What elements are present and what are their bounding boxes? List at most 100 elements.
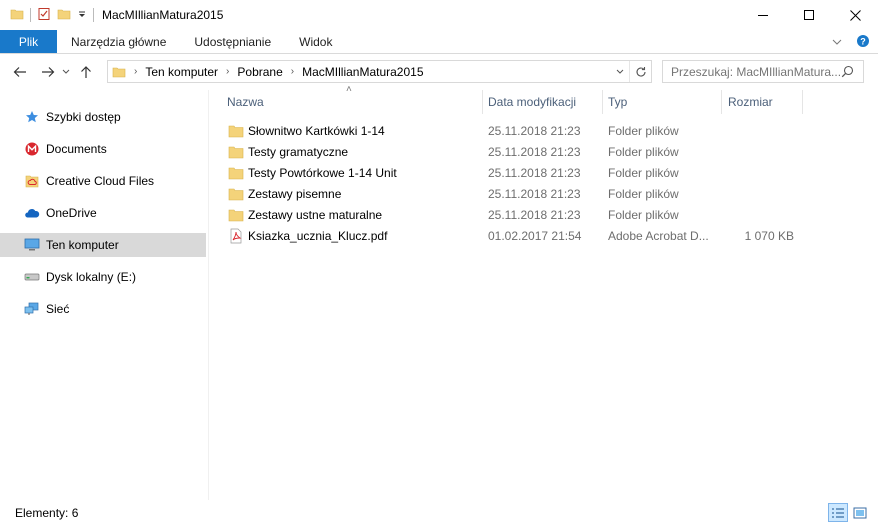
ribbon-tabs: Plik Narzędzia główne Udostępnianie Wido… <box>0 30 878 54</box>
chevron-right-icon[interactable]: › <box>291 66 294 77</box>
expand-ribbon-icon[interactable] <box>832 35 842 49</box>
search-box[interactable] <box>662 60 864 83</box>
drive-icon <box>24 269 40 285</box>
nav-item-label: Szybki dostęp <box>46 110 121 124</box>
file-date: 01.02.2017 21:54 <box>488 228 582 243</box>
nav-item-label: Documents <box>46 142 107 156</box>
window-title: MacMIllianMatura2015 <box>102 8 224 22</box>
customize-dropdown-icon[interactable] <box>77 8 87 22</box>
file-name: Ksiazka_ucznia_Klucz.pdf <box>248 228 388 243</box>
tab-view[interactable]: Widok <box>285 30 346 53</box>
file-row[interactable]: Testy gramatyczne 25.11.2018 21:23 Folde… <box>209 141 878 162</box>
file-size <box>721 120 794 141</box>
folder-icon[interactable] <box>10 7 24 24</box>
up-button[interactable] <box>75 61 97 83</box>
nav-item-label: OneDrive <box>46 206 97 220</box>
back-button[interactable] <box>9 61 31 83</box>
forward-button[interactable] <box>37 61 59 83</box>
minimize-button[interactable] <box>740 0 786 30</box>
folder-icon <box>228 123 244 139</box>
nav-item-documents[interactable]: Documents <box>0 137 206 161</box>
file-size <box>721 162 794 183</box>
file-type: Folder plików <box>608 144 679 159</box>
ribbon-right-controls: ? <box>832 30 870 54</box>
file-size <box>721 204 794 225</box>
separator <box>30 8 31 22</box>
folder-icon <box>228 207 244 223</box>
refresh-icon[interactable] <box>629 61 651 82</box>
nav-item-creative-cloud[interactable]: Creative Cloud Files <box>0 169 206 193</box>
address-bar[interactable]: › Ten komputer › Pobrane › MacMIllianMat… <box>107 60 652 83</box>
status-bar: Elementy: 6 <box>0 500 878 526</box>
chevron-right-icon[interactable]: › <box>226 66 229 77</box>
breadcrumb-current-folder[interactable]: MacMIllianMatura2015 <box>302 65 423 79</box>
column-divider[interactable] <box>802 90 803 114</box>
item-count: Elementy: 6 <box>15 506 79 520</box>
file-list: ˄ Nazwa Data modyfikacji Typ Rozmiar Sło… <box>209 84 878 500</box>
nav-item-quick-access[interactable]: Szybki dostęp <box>0 105 206 129</box>
nav-item-onedrive[interactable]: OneDrive <box>0 201 206 225</box>
file-date: 25.11.2018 21:23 <box>488 165 581 180</box>
tab-file[interactable]: Plik <box>0 30 57 53</box>
nav-item-network[interactable]: Sieć <box>0 297 206 321</box>
new-folder-icon[interactable] <box>57 7 71 24</box>
column-header-date[interactable]: Data modyfikacji <box>488 90 600 114</box>
title-bar: MacMIllianMatura2015 <box>0 0 878 30</box>
computer-icon <box>24 237 40 253</box>
file-row[interactable]: Zestawy ustne maturalne 25.11.2018 21:23… <box>209 204 878 225</box>
search-icon[interactable] <box>841 65 854 78</box>
column-header-type[interactable]: Typ <box>608 90 718 114</box>
network-icon <box>24 301 40 317</box>
quick-access-toolbar <box>0 0 94 30</box>
column-divider[interactable] <box>602 90 603 114</box>
large-icons-view-button[interactable] <box>850 503 870 522</box>
file-type: Folder plików <box>608 207 679 222</box>
star-icon <box>24 109 40 125</box>
file-type: Folder plików <box>608 165 679 180</box>
file-type: Adobe Acrobat D... <box>608 228 709 243</box>
nav-item-local-disk-e[interactable]: Dysk lokalny (E:) <box>0 265 206 289</box>
address-history-dropdown[interactable] <box>611 69 629 75</box>
file-name: Zestawy ustne maturalne <box>248 207 383 222</box>
file-name: Testy Powtórkowe 1-14 Unit <box>248 165 397 180</box>
file-date: 25.11.2018 21:23 <box>488 144 581 159</box>
column-divider[interactable] <box>482 90 483 114</box>
file-row[interactable]: Słownitwo Kartkówki 1-14 25.11.2018 21:2… <box>209 120 878 141</box>
breadcrumb-downloads[interactable]: Pobrane <box>237 65 282 79</box>
nav-item-label: Dysk lokalny (E:) <box>46 270 137 284</box>
window-controls <box>740 0 878 30</box>
nav-item-this-pc[interactable]: Ten komputer <box>0 233 206 257</box>
chevron-right-icon[interactable]: › <box>134 66 137 77</box>
file-row[interactable]: Ksiazka_ucznia_Klucz.pdf 01.02.2017 21:5… <box>209 225 878 246</box>
creative-cloud-folder-icon <box>24 173 40 189</box>
close-button[interactable] <box>832 0 878 30</box>
file-row[interactable]: Testy Powtórkowe 1-14 Unit 25.11.2018 21… <box>209 162 878 183</box>
properties-icon[interactable] <box>37 7 51 24</box>
separator <box>93 8 94 22</box>
folder-icon <box>112 65 126 79</box>
file-size <box>721 183 794 204</box>
column-header-size[interactable]: Rozmiar <box>728 90 801 114</box>
file-size: 1 070 KB <box>744 228 794 243</box>
column-divider[interactable] <box>721 90 722 114</box>
column-header-name[interactable]: Nazwa <box>227 90 482 114</box>
folder-icon <box>228 186 244 202</box>
help-icon[interactable]: ? <box>856 34 870 51</box>
onedrive-cloud-icon <box>24 205 40 221</box>
view-switcher <box>828 503 870 522</box>
details-view-button[interactable] <box>828 503 848 522</box>
file-row[interactable]: Zestawy pisemne 25.11.2018 21:23 Folder … <box>209 183 878 204</box>
file-date: 25.11.2018 21:23 <box>488 123 581 138</box>
recent-locations-button[interactable] <box>59 61 73 83</box>
maximize-button[interactable] <box>786 0 832 30</box>
breadcrumb-this-pc[interactable]: Ten komputer <box>145 65 218 79</box>
address-bar-buttons <box>611 61 651 82</box>
tab-share[interactable]: Udostępnianie <box>180 30 285 53</box>
file-date: 25.11.2018 21:23 <box>488 207 581 222</box>
file-size <box>721 141 794 162</box>
tab-home[interactable]: Narzędzia główne <box>57 30 180 53</box>
file-name: Słownitwo Kartkówki 1-14 <box>248 123 385 138</box>
file-type: Folder plików <box>608 123 679 138</box>
search-input[interactable] <box>671 61 841 82</box>
svg-text:?: ? <box>860 36 866 46</box>
